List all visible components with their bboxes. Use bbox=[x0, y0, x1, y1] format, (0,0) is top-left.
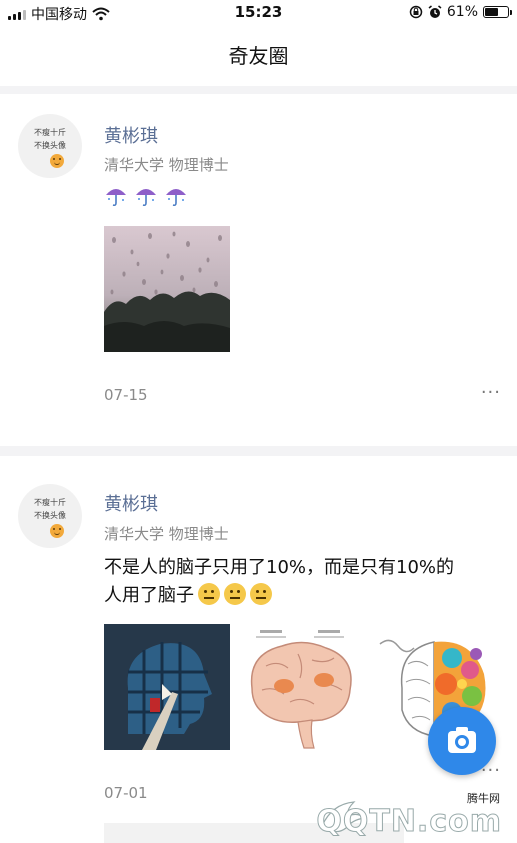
post-date: 07-01 bbox=[104, 784, 148, 802]
avatar[interactable]: 不瘦十斤 不换头像 bbox=[18, 114, 82, 178]
camera-button[interactable] bbox=[428, 707, 496, 775]
avatar-text-line: 不换头像 bbox=[34, 141, 66, 150]
status-bar: 中国移动 15:23 61% bbox=[0, 0, 517, 26]
post-image-rain[interactable] bbox=[104, 226, 230, 352]
avatar[interactable]: 不瘦十斤 不换头像 bbox=[18, 484, 82, 548]
battery-fill bbox=[485, 8, 498, 16]
lock-rotation-icon bbox=[409, 5, 423, 19]
alarm-icon bbox=[428, 5, 442, 18]
page-title: 奇友圈 bbox=[228, 44, 289, 68]
umbrella-icon bbox=[166, 189, 186, 207]
battery-percent: 61% bbox=[446, 4, 478, 20]
avatar-text-line: 不换头像 bbox=[34, 511, 66, 520]
smiley-icon bbox=[50, 154, 64, 168]
camera-icon bbox=[448, 727, 476, 753]
post-date: 07-15 bbox=[104, 386, 148, 404]
nav-bar: 奇友圈 bbox=[0, 26, 517, 86]
post-text-line: 不是人的脑子只用了10%，而是只有10%的 bbox=[104, 557, 455, 578]
watermark: 腾牛网 QQTN.com bbox=[300, 790, 510, 840]
status-right: 61% bbox=[409, 4, 512, 20]
umbrella-icon bbox=[136, 189, 156, 207]
section-divider bbox=[0, 86, 517, 94]
battery-icon bbox=[483, 6, 512, 18]
post-text-line-content: 人用了脑子 bbox=[104, 585, 194, 606]
poster-name[interactable]: 黄彬琪 bbox=[104, 490, 158, 516]
watermark-big: QQTN.com bbox=[316, 804, 502, 840]
poster-name[interactable]: 黄彬琪 bbox=[104, 122, 158, 148]
avatar-text-line: 不瘦十斤 bbox=[34, 498, 66, 507]
umbrella-icon bbox=[106, 189, 126, 207]
neutral-face-icon bbox=[198, 583, 220, 605]
neutral-face-icon bbox=[250, 583, 272, 605]
poster-meta: 清华大学 物理博士 bbox=[104, 156, 229, 174]
section-divider bbox=[0, 446, 517, 456]
post-image-brain[interactable] bbox=[238, 624, 364, 750]
post-text-line-2: 人用了脑子 bbox=[104, 582, 503, 610]
avatar-text-line: 不瘦十斤 bbox=[34, 128, 66, 137]
smiley-icon bbox=[50, 524, 64, 538]
post-card: 不瘦十斤 不换头像 黄彬琪 清华大学 物理博士 07-15 ··· bbox=[0, 94, 517, 444]
post-card: 不瘦十斤 不换头像 黄彬琪 清华大学 物理博士 不是人的脑子只用了10%，而是只… bbox=[0, 456, 517, 843]
post-text: 不是人的脑子只用了10%，而是只有10%的 人用了脑子 bbox=[104, 554, 503, 610]
more-icon[interactable]: ··· bbox=[481, 382, 501, 403]
post-image-head[interactable] bbox=[104, 624, 230, 750]
neutral-face-icon bbox=[224, 583, 246, 605]
emoji-row bbox=[104, 184, 188, 208]
poster-meta: 清华大学 物理博士 bbox=[104, 525, 229, 543]
